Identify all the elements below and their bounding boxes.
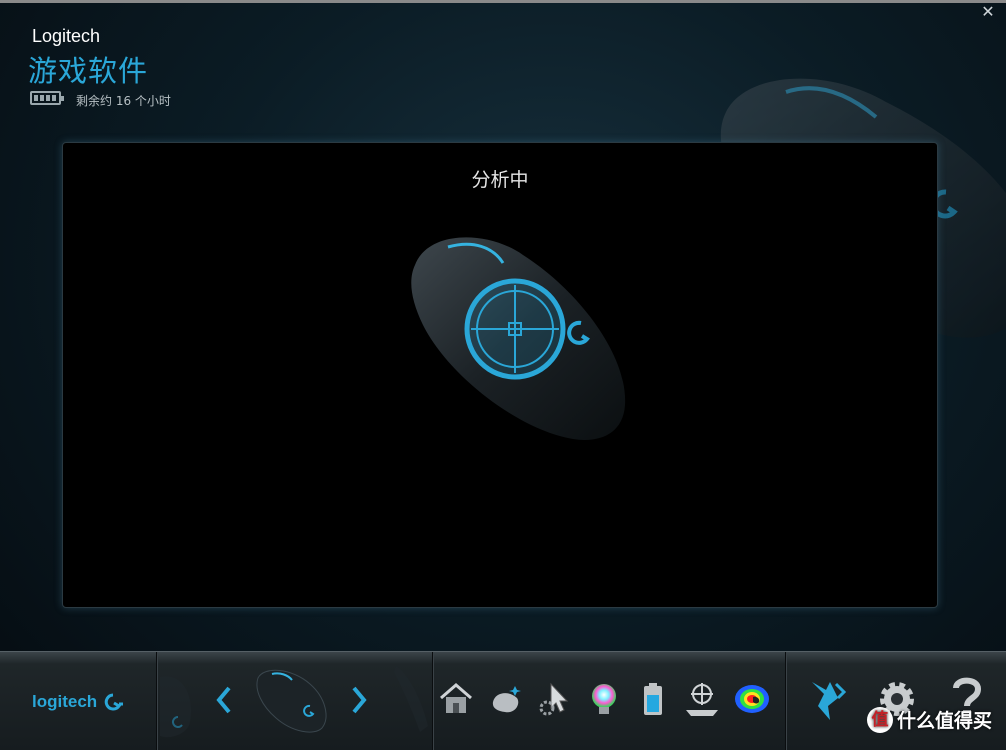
surface-tuning-icon[interactable] xyxy=(683,680,721,718)
close-button[interactable]: ✕ xyxy=(980,4,996,20)
mouse-surface-analysis-image xyxy=(411,237,626,440)
logitech-logo: logitech xyxy=(32,692,98,711)
watermark-badge: 值 xyxy=(866,706,893,733)
lighting-icon[interactable] xyxy=(585,680,623,718)
arx-control-icon[interactable] xyxy=(808,676,850,722)
customize-buttons-icon[interactable] xyxy=(487,680,525,718)
chevron-right-icon[interactable] xyxy=(348,684,370,716)
selected-device-mouse[interactable] xyxy=(252,666,332,736)
previous-device-thumbnail[interactable] xyxy=(160,672,200,742)
analysis-status-text: 分析中 xyxy=(471,169,529,191)
next-device-thumbnail[interactable] xyxy=(392,664,432,734)
app-title: 游戏软件 xyxy=(28,54,149,88)
logitech-gaming-software-window: ✕ Logitech 游戏软件 剩余约 16 个小时 分析中 logitech … xyxy=(0,0,1006,750)
battery-status-icon[interactable] xyxy=(634,680,672,718)
analysis-panel: 分析中 xyxy=(62,142,938,608)
brand-label: Logitech xyxy=(32,26,101,46)
battery-remaining-text: 剩余约 16 个小时 xyxy=(76,94,171,108)
home-icon[interactable] xyxy=(437,680,475,718)
battery-icon xyxy=(30,91,64,105)
heatmap-icon[interactable] xyxy=(733,680,771,718)
logitech-g-logo-icon xyxy=(104,693,123,711)
bottom-toolbar: logitech xyxy=(0,651,1006,750)
pointer-settings-icon[interactable] xyxy=(537,680,575,718)
watermark-text: 什么值得买 xyxy=(896,710,992,732)
watermark: 值什么值得买 xyxy=(866,706,992,733)
chevron-left-icon[interactable] xyxy=(213,684,235,716)
window-title-bar[interactable] xyxy=(0,0,1006,3)
